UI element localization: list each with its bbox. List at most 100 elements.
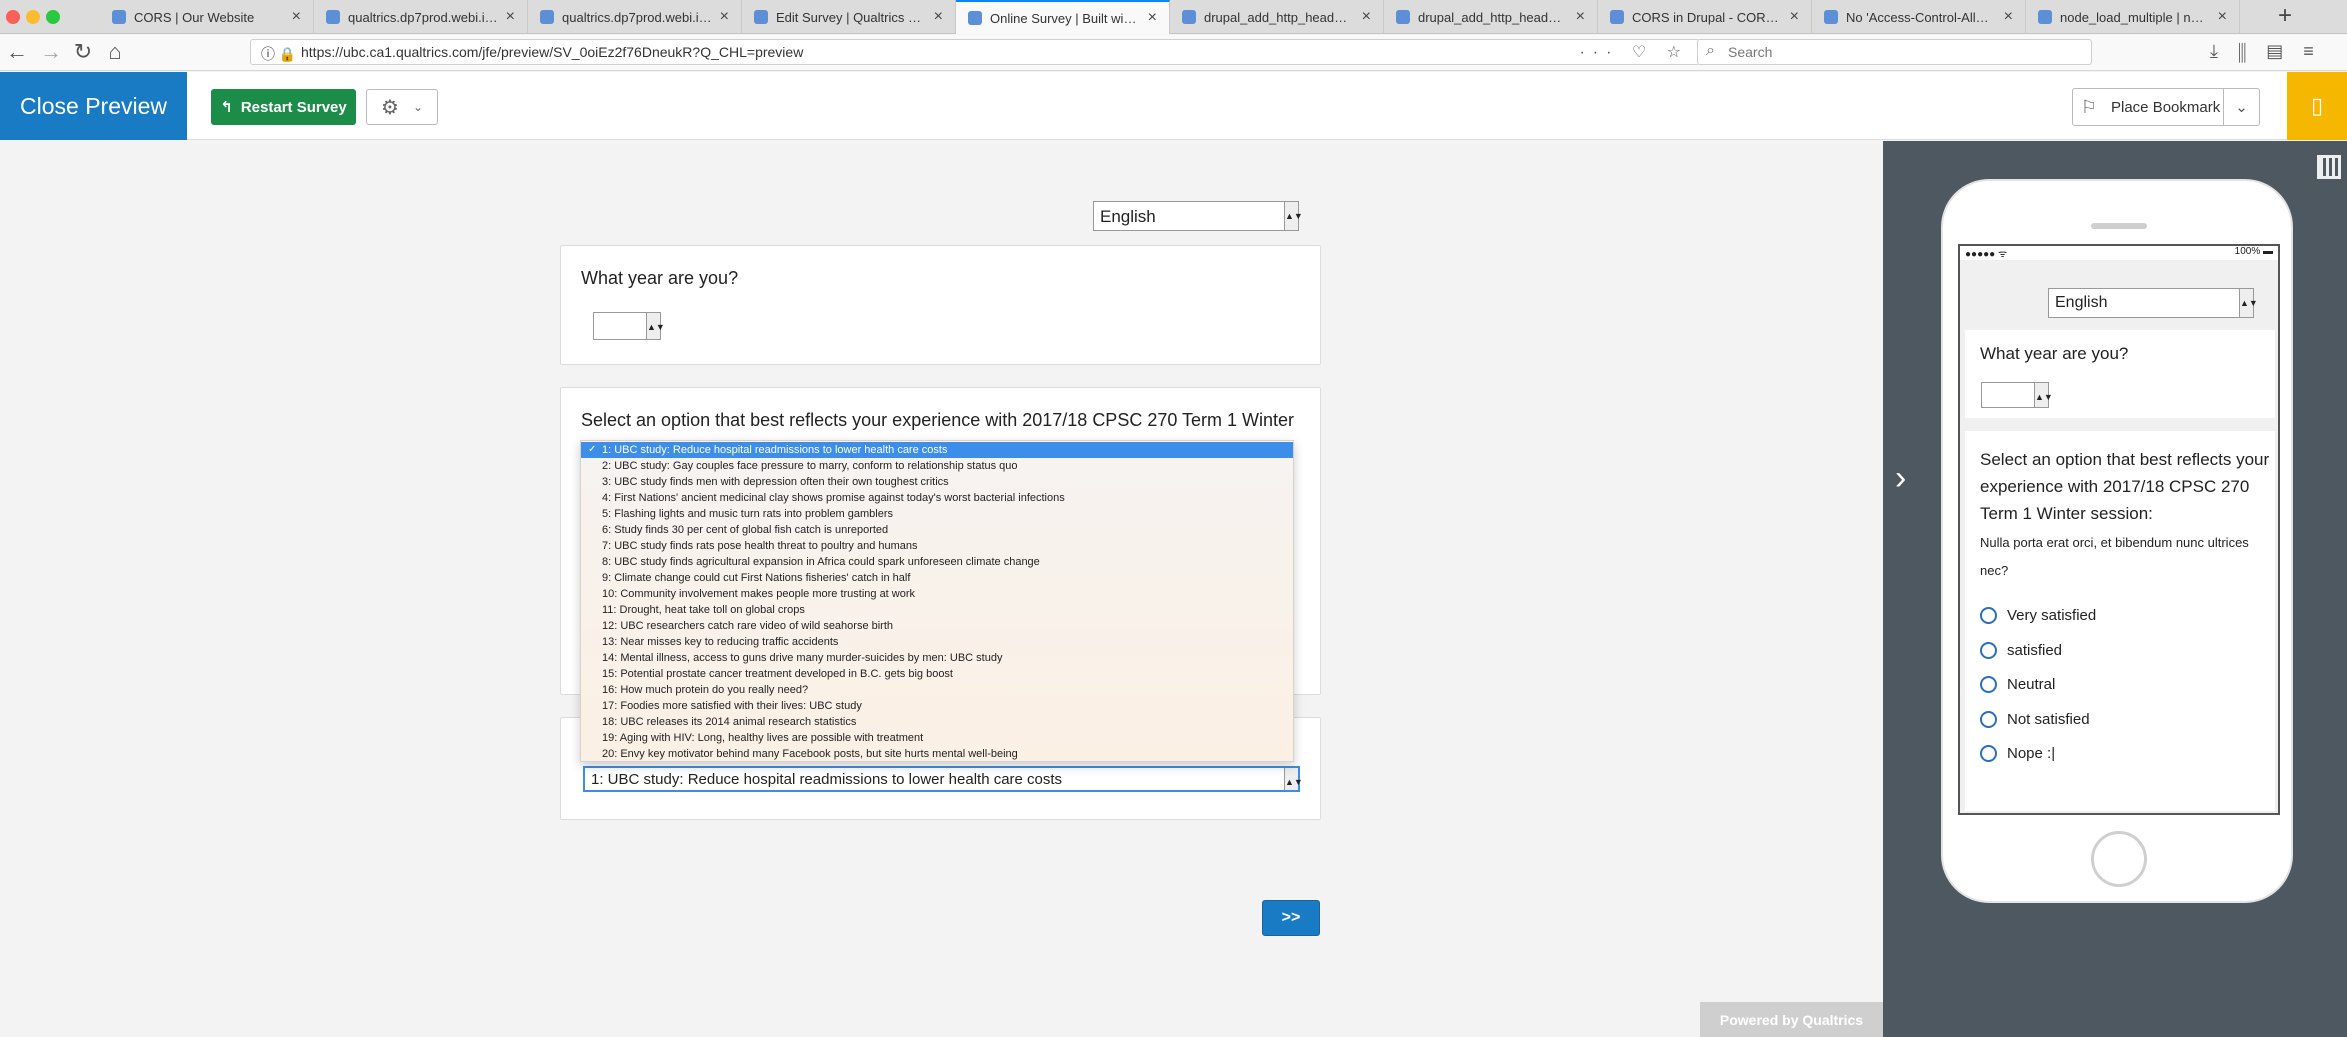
restart-survey-button[interactable]: ↰ Restart Survey xyxy=(211,89,356,125)
browser-tab[interactable]: drupal_add_http_header | boo × xyxy=(1170,0,1384,34)
mobile-year-select[interactable]: ▲▼ xyxy=(1981,382,2053,408)
dropdown-option[interactable]: 12: UBC researchers catch rare video of … xyxy=(581,618,1293,634)
dropdown-option[interactable]: 3: UBC study finds men with depression o… xyxy=(581,474,1293,490)
mobile-choice[interactable]: Not satisfied xyxy=(1980,710,2090,728)
dropdown-option[interactable]: 7: UBC study finds rats pose health thre… xyxy=(581,538,1293,554)
phone-frame: ●●●●● ᯤ 100% ▬ English ▲▼ What year are … xyxy=(1941,179,2293,903)
next-button[interactable]: >> xyxy=(1262,900,1320,936)
dropdown-option[interactable]: 11: Drought, heat take toll on global cr… xyxy=(581,602,1293,618)
browser-tab[interactable]: qualtrics.dp7prod.webi.it.ubc.ca/n × xyxy=(314,0,528,34)
dropdown-option[interactable]: 18: UBC releases its 2014 animal researc… xyxy=(581,714,1293,730)
dropdown-option[interactable]: 14: Mental illness, access to guns drive… xyxy=(581,650,1293,666)
mobile-choice[interactable]: Very satisfied xyxy=(1980,607,2096,624)
dropdown-option-label: 17: Foodies more satisfied with their li… xyxy=(602,700,862,712)
close-preview-button[interactable]: Close Preview xyxy=(0,72,187,140)
close-tab-icon[interactable]: × xyxy=(934,8,943,26)
close-tab-icon[interactable]: × xyxy=(1576,8,1585,26)
dropdown-option-label: 14: Mental illness, access to guns drive… xyxy=(602,652,1003,664)
article-select-value: 1: UBC study: Reduce hospital readmissio… xyxy=(591,771,1063,788)
dropdown-option[interactable]: 15: Potential prostate cancer treatment … xyxy=(581,666,1293,682)
close-tab-icon[interactable]: × xyxy=(1362,8,1371,26)
close-tab-icon[interactable]: × xyxy=(1790,8,1799,26)
page-actions-icon[interactable]: ··· ♡ ☆ xyxy=(1579,42,1689,62)
year-select[interactable]: ▲▼ xyxy=(593,312,665,340)
close-tab-icon[interactable]: × xyxy=(2218,8,2227,26)
place-bookmark-button[interactable]: ⚐ Place Bookmark ⌄ xyxy=(2072,88,2260,126)
favicon-icon xyxy=(968,11,982,25)
dropdown-option[interactable]: 10: Community involvement makes people m… xyxy=(581,586,1293,602)
window-minimize-button[interactable] xyxy=(26,10,40,24)
undo-icon: ↰ xyxy=(220,99,233,116)
dropdown-option[interactable]: ✓ 1: UBC study: Reduce hospital readmissi… xyxy=(581,442,1293,458)
mobile-question-experience: Select an option that best reflects your… xyxy=(1965,431,2275,811)
browser-tab[interactable]: qualtrics.dp7prod.webi.it.ubc.ca/n × xyxy=(528,0,742,34)
radio-button[interactable] xyxy=(1980,676,1997,693)
dropdown-option[interactable]: 2: UBC study: Gay couples face pressure … xyxy=(581,458,1293,474)
article-select[interactable]: 1: UBC study: Reduce hospital readmissio… xyxy=(583,766,1303,792)
dropdown-option[interactable]: 20: Envy key motivator behind many Faceb… xyxy=(581,746,1293,762)
mobile-choice[interactable]: Neutral xyxy=(1980,676,2055,693)
dropdown-option-label: 13: Near misses key to reducing traffic … xyxy=(602,636,839,648)
qr-code-icon[interactable] xyxy=(2317,155,2341,179)
radio-button[interactable] xyxy=(1980,607,1997,624)
reload-button[interactable]: ↻ xyxy=(68,39,98,65)
dropdown-option[interactable]: 17: Foodies more satisfied with their li… xyxy=(581,698,1293,714)
phone-speaker xyxy=(2091,223,2147,229)
settings-menu-button[interactable]: ⚙ ⌄ xyxy=(366,89,438,125)
language-select-value: English xyxy=(1100,207,1156,226)
dropdown-option[interactable]: 16: How much protein do you really need? xyxy=(581,682,1293,698)
mobile-question-experience-text: Select an option that best reflects your… xyxy=(1980,450,2270,523)
close-tab-icon[interactable]: × xyxy=(1148,9,1157,27)
radio-button[interactable] xyxy=(1980,641,1997,659)
restart-survey-label: Restart Survey xyxy=(240,98,347,116)
toolbar-icons[interactable]: ⤓⫼▤≡ xyxy=(2210,41,2334,62)
dropdown-option[interactable]: 4: First Nations' ancient medicinal clay… xyxy=(581,490,1293,506)
radio-button[interactable] xyxy=(1980,745,1997,762)
mobile-preview-toggle[interactable]: ▯ xyxy=(2287,72,2347,140)
tab-title: drupal_add_http_header | boo xyxy=(1418,9,1568,25)
question-experience-text: Select an option that best reflects your… xyxy=(581,410,1295,430)
dropdown-option-label: 20: Envy key motivator behind many Faceb… xyxy=(602,748,1018,760)
question-year: What year are you? ▲▼ xyxy=(560,245,1321,365)
browser-tab[interactable]: node_load_multiple | node.mo × xyxy=(2026,0,2240,34)
dropdown-option-label: 4: First Nations' ancient medicinal clay… xyxy=(602,492,1065,504)
collapse-chevron-icon[interactable]: › xyxy=(1895,459,1906,498)
new-tab-button[interactable]: + xyxy=(2278,2,2292,30)
mobile-choice[interactable]: Nope :| xyxy=(1980,745,2055,762)
dropdown-option[interactable]: 6: Study finds 30 per cent of global fis… xyxy=(581,522,1293,538)
mobile-preview-panel: › ●●●●● ᯤ 100% ▬ English ▲▼ What year ar… xyxy=(1883,141,2347,1037)
favicon-icon xyxy=(1610,10,1624,24)
browser-tab[interactable]: Online Survey | Built with Qualtrics × xyxy=(956,0,1170,34)
dropdown-option[interactable]: 9: Climate change could cut First Nation… xyxy=(581,570,1293,586)
browser-tab[interactable]: No 'Access-Control-Allow-Ori × xyxy=(1812,0,2026,34)
dropdown-option[interactable]: 8: UBC study finds agricultural expansio… xyxy=(581,554,1293,570)
window-close-button[interactable] xyxy=(6,10,20,24)
browser-tab[interactable]: CORS in Drupal - CORS Essen × xyxy=(1598,0,1812,34)
dropdown-option-label: 1: UBC study: Reduce hospital readmissio… xyxy=(602,444,948,456)
close-tab-icon[interactable]: × xyxy=(506,8,515,26)
mobile-language-select[interactable]: English ▲▼ xyxy=(2048,288,2258,318)
url-bar[interactable]: ⓘ 🔒 https://ubc.ca1.qualtrics.com/jfe/pr… xyxy=(250,39,1700,65)
close-tab-icon[interactable]: × xyxy=(2004,8,2013,26)
browser-tab[interactable]: drupal_add_http_header | boo × xyxy=(1384,0,1598,34)
window-zoom-button[interactable] xyxy=(46,10,60,24)
search-input[interactable]: ⌕ Search xyxy=(1697,39,2092,65)
browser-tab[interactable]: Edit Survey | Qualtrics Survey × xyxy=(742,0,956,34)
browser-tab[interactable]: CORS | Our Website × xyxy=(100,0,314,34)
close-tab-icon[interactable]: × xyxy=(292,8,301,26)
forward-button[interactable]: → xyxy=(36,39,66,65)
home-button[interactable]: ⌂ xyxy=(100,39,130,65)
browser-tab-bar: CORS | Our Website × qualtrics.dp7prod.web… xyxy=(0,0,2347,34)
powered-by-qualtrics[interactable]: Powered by Qualtrics xyxy=(1700,1002,1883,1037)
language-select[interactable]: English ▲▼ xyxy=(1093,201,1303,231)
dropdown-option[interactable]: 5: Flashing lights and music turn rats i… xyxy=(581,506,1293,522)
select-arrow-icon: ▲▼ xyxy=(646,313,665,339)
close-tab-icon[interactable]: × xyxy=(720,8,729,26)
gear-icon: ⚙ xyxy=(381,96,399,119)
dropdown-option[interactable]: 13: Near misses key to reducing traffic … xyxy=(581,634,1293,650)
bookmark-dropdown-chevron-icon[interactable]: ⌄ xyxy=(2223,89,2259,125)
radio-button[interactable] xyxy=(1980,710,1997,728)
mobile-choice[interactable]: satisfied xyxy=(1980,641,2062,659)
dropdown-option[interactable]: 19: Aging with HIV: Long, healthy lives … xyxy=(581,730,1293,746)
back-button[interactable]: ← xyxy=(2,39,32,65)
